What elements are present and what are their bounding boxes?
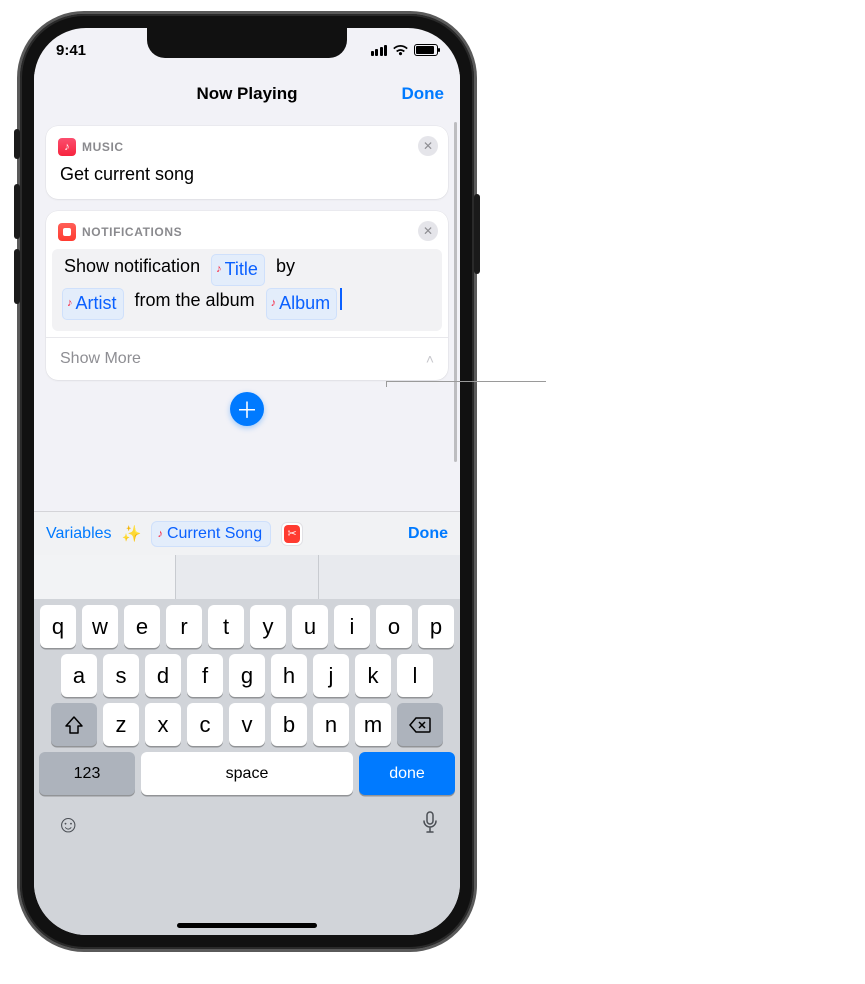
close-icon[interactable]: ✕ [418,221,438,241]
dictation-key[interactable] [422,811,438,840]
keyboard-return-key[interactable]: done [359,752,455,795]
key-letter[interactable]: d [145,654,181,697]
action-card-music[interactable]: ♪ MUSIC ✕ Get current song [46,126,448,199]
keyboard: qwertyuiop asdfghjkl z x c v b n m [34,555,460,935]
action-app-label: NOTIFICATIONS [82,225,182,239]
key-letter[interactable]: u [292,605,328,648]
emoji-key[interactable]: ☺ [56,811,81,839]
wifi-icon [392,44,409,56]
variables-button[interactable]: Variables [46,525,112,543]
mute-switch [14,129,20,159]
key-letter[interactable]: m [355,703,391,746]
action-title: Get current song [46,160,448,199]
side-button [474,194,480,274]
volume-up [14,184,20,239]
home-indicator[interactable] [177,923,317,928]
music-app-icon: ♪ [58,138,76,156]
key-letter[interactable]: x [145,703,181,746]
key-letter[interactable]: v [229,703,265,746]
key-letter[interactable]: k [355,654,391,697]
key-letter[interactable]: b [271,703,307,746]
close-icon[interactable]: ✕ [418,136,438,156]
music-note-icon: ♪ [271,295,277,312]
text-segment: by [272,256,299,276]
add-action-button[interactable]: ＋ [230,392,264,426]
key-letter[interactable]: y [250,605,286,648]
key-letter[interactable]: g [229,654,265,697]
music-note-icon: ♪ [216,261,222,278]
status-right [371,44,439,56]
volume-down [14,249,20,304]
text-cursor [340,288,342,310]
text-segment: Show notification [60,256,204,276]
music-note-icon: ♪ [67,295,73,312]
music-note-icon: ♪ [157,528,163,540]
space-key[interactable]: space [141,752,353,795]
variable-token-album[interactable]: ♪ Album [266,288,338,320]
key-letter[interactable]: j [313,654,349,697]
cellular-icon [371,45,388,56]
callout-line [386,381,546,382]
key-letter[interactable]: t [208,605,244,648]
key-letter[interactable]: r [166,605,202,648]
variables-bar: Variables ✨ ♪ Current Song ✂ Done [34,511,460,555]
chevron-up-icon: ˄ [426,351,434,367]
show-more-button[interactable]: Show More ˄ [46,337,448,380]
keyboard-done-button[interactable]: Done [408,525,448,543]
scroll-indicator [454,122,457,462]
variable-token-artist[interactable]: ♪ Artist [62,288,124,320]
predictive-row[interactable] [34,555,460,599]
action-app-label: MUSIC [82,140,124,154]
battery-icon [414,44,438,56]
key-letter[interactable]: f [187,654,223,697]
key-letter[interactable]: a [61,654,97,697]
scissors-icon: ✂ [284,525,300,543]
page-title: Now Playing [196,84,297,104]
key-letter[interactable]: o [376,605,412,648]
key-letter[interactable]: c [187,703,223,746]
variable-chip-clipboard[interactable]: ✂ [281,522,303,546]
key-letter[interactable]: i [334,605,370,648]
action-card-notifications[interactable]: NOTIFICATIONS ✕ Show notification ♪ Titl… [46,211,448,380]
key-letter[interactable]: h [271,654,307,697]
backspace-key[interactable] [397,703,443,746]
status-time: 9:41 [56,42,86,59]
shift-key[interactable] [51,703,97,746]
variable-token-title[interactable]: ♪ Title [211,254,265,286]
iphone-frame: 9:41 Now Playing Done [20,14,474,949]
key-letter[interactable]: s [103,654,139,697]
notifications-app-icon [58,223,76,241]
key-letter[interactable]: n [313,703,349,746]
key-letter[interactable]: p [418,605,454,648]
magic-wand-icon[interactable]: ✨ [122,524,142,544]
nav-bar: Now Playing Done [34,72,460,116]
key-letter[interactable]: e [124,605,160,648]
key-letter[interactable]: w [82,605,118,648]
notch [147,28,347,58]
key-letter[interactable]: q [40,605,76,648]
numbers-key[interactable]: 123 [39,752,135,795]
key-letter[interactable]: z [103,703,139,746]
variable-chip-current-song[interactable]: ♪ Current Song [151,521,271,547]
notification-text-field[interactable]: Show notification ♪ Title by ♪ Artist fr… [46,245,448,337]
key-letter[interactable]: l [397,654,433,697]
done-button[interactable]: Done [402,84,445,104]
screen: 9:41 Now Playing Done [34,28,460,935]
text-segment: from the album [131,290,259,310]
